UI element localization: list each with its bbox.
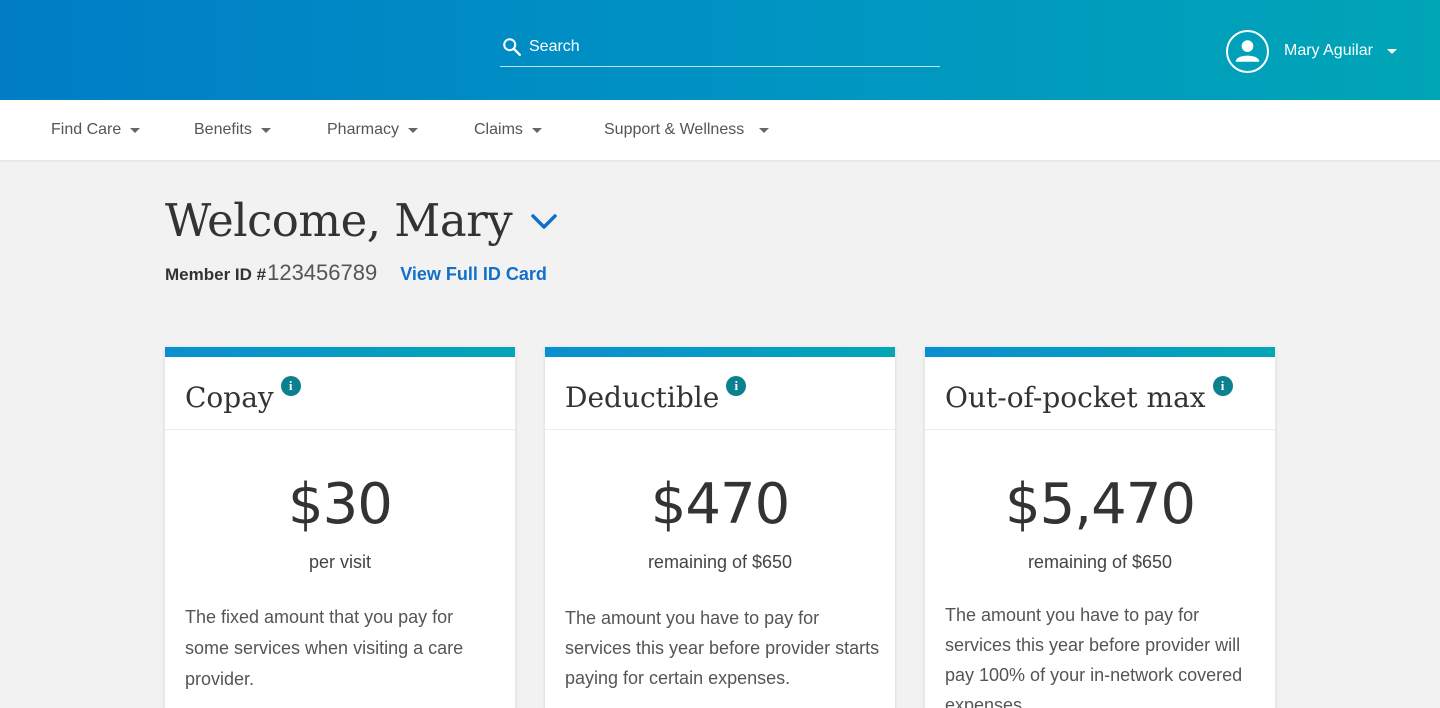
card-header: Out-of-pocket max i: [925, 357, 1275, 430]
card-description: The fixed amount that you pay for some s…: [185, 607, 464, 689]
member-id-row: Member ID # 123456789 View Full ID Card: [165, 260, 547, 286]
card-amount: $470: [650, 472, 791, 537]
chevron-down-icon[interactable]: [530, 212, 558, 232]
caret-down-icon: [260, 127, 271, 133]
main-nav: Find Care Benefits Pharmacy Claims Suppo…: [0, 100, 1440, 160]
user-avatar-icon: [1226, 29, 1269, 73]
caret-down-icon: [130, 127, 141, 133]
card-accent-bar: [165, 347, 515, 357]
info-icon[interactable]: i: [1212, 376, 1233, 396]
view-id-card-link[interactable]: View Full ID Card: [400, 264, 547, 285]
nav-item-label: Benefits: [194, 121, 252, 138]
caret-down-icon: [531, 127, 542, 133]
caret-down-icon: [1386, 48, 1397, 54]
card-title: Deductible i: [565, 376, 747, 414]
caret-down-icon: [759, 127, 770, 133]
card-title: Copay i: [185, 376, 301, 414]
info-icon[interactable]: i: [280, 376, 301, 396]
card-title-text: Copay: [185, 381, 274, 414]
search-input[interactable]: [529, 38, 929, 56]
card-subtitle: remaining of $650: [1027, 552, 1173, 572]
card-copay: Copay i $30 per visit The fixed amount t…: [165, 347, 515, 708]
user-menu[interactable]: Mary Aguilar: [1226, 29, 1397, 73]
card-header: Deductible i: [545, 357, 895, 430]
card-title: Out-of-pocket max i: [945, 376, 1233, 414]
card-amount: $5,470: [1005, 472, 1196, 537]
member-id-value: 123456789: [267, 260, 378, 285]
card-accent-bar: [545, 347, 895, 357]
card-deductible: Deductible i $470 remaining of $650 The …: [545, 347, 895, 708]
nav-item-claims[interactable]: Claims: [474, 100, 542, 160]
card-out-of-pocket-max: Out-of-pocket max i $5,470 remaining of …: [925, 347, 1275, 708]
card-title-text: Deductible: [565, 381, 720, 414]
welcome-heading: Welcome, Mary: [165, 194, 558, 247]
search-icon: [503, 38, 521, 56]
card-accent-bar: [925, 347, 1275, 357]
nav-item-label: Pharmacy: [327, 121, 400, 138]
member-id-label: Member ID #: [165, 265, 267, 284]
nav-item-pharmacy[interactable]: Pharmacy: [327, 100, 419, 160]
nav-item-label: Support & Wellness: [604, 121, 745, 138]
card-description: The amount you have to pay for services …: [945, 605, 1243, 708]
card-subtitle: per visit: [308, 552, 371, 572]
info-icon[interactable]: i: [726, 376, 747, 396]
nav-item-find-care[interactable]: Find Care: [51, 100, 141, 160]
nav-item-support-wellness[interactable]: Support & Wellness: [604, 100, 770, 160]
card-title-text: Out-of-pocket max: [945, 381, 1206, 414]
page-title: Welcome, Mary: [165, 194, 513, 247]
nav-item-benefits[interactable]: Benefits: [194, 100, 271, 160]
nav-item-label: Claims: [474, 121, 523, 138]
user-name: Mary Aguilar: [1284, 42, 1373, 59]
caret-down-icon: [408, 127, 419, 133]
search-bar[interactable]: [500, 36, 940, 67]
card-header: Copay i: [165, 357, 515, 430]
card-description: The amount you have to pay for services …: [565, 608, 880, 688]
top-header: Mary Aguilar: [0, 0, 1440, 100]
card-subtitle: remaining of $650: [647, 552, 793, 572]
card-amount: $30: [288, 472, 393, 537]
nav-item-label: Find Care: [51, 121, 122, 138]
